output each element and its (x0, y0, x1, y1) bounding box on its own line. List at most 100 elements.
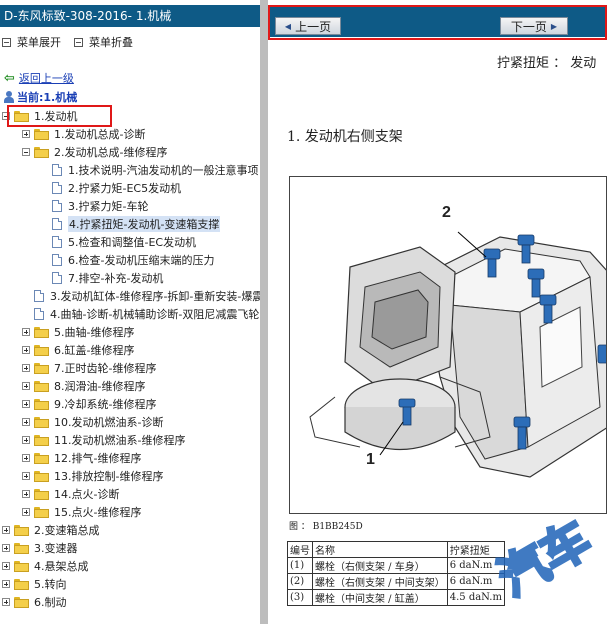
tree-page[interactable]: 7.排空-补充-发动机 (40, 269, 163, 287)
expand-toggle-icon[interactable] (2, 580, 10, 588)
tree-folder[interactable]: 7.正时齿轮-维修程序 (22, 359, 156, 377)
expand-toggle-icon[interactable] (22, 346, 30, 354)
tree-folder[interactable]: 4.悬架总成 (2, 557, 89, 575)
tree-item-label: 11.发动机燃油系-维修程序 (54, 434, 186, 447)
cell-torque: 6 daN.m (446, 557, 505, 574)
table-header-row: 编号 名称 拧紧扭矩 (287, 541, 505, 558)
expand-toggle-icon[interactable] (22, 454, 30, 462)
tree-folder[interactable]: 3.变速器 (2, 539, 78, 557)
cell-name: 螺栓（右侧支架 / 车身） (312, 557, 448, 574)
tree-page[interactable]: 3.拧紧力矩-车轮 (40, 197, 148, 215)
tree-item-label: 10.发动机燃油系-诊断 (54, 416, 164, 429)
tree-page[interactable]: 3.发动机缸体-维修程序-拆卸-重新安装-爆震 (22, 287, 260, 305)
menu-expand-button[interactable]: 菜单展开 (2, 34, 61, 50)
expand-icon (2, 37, 11, 47)
expand-toggle-icon[interactable] (2, 544, 10, 552)
folder-icon (34, 344, 49, 356)
folder-icon (14, 578, 29, 590)
left-pane: D-东风标致-308-2016- 1.机械 菜单展开 菜单折叠 ⇦ 返回上一级 … (0, 0, 260, 624)
tree-folder[interactable]: 2.发动机总成-维修程序 (22, 143, 167, 161)
expand-toggle-icon[interactable] (22, 400, 30, 408)
expand-toggle-icon[interactable] (22, 418, 30, 426)
tree-item-label: 5.转向 (34, 578, 67, 591)
figure-caption: 图 ： B1BB245D (289, 522, 363, 532)
tree-folder[interactable]: 6.缸盖-维修程序 (22, 341, 134, 359)
tree-folder[interactable]: 15.点火-维修程序 (22, 503, 141, 521)
tree-folder[interactable]: 11.发动机燃油系-维修程序 (22, 431, 185, 449)
expand-toggle-icon[interactable] (2, 562, 10, 570)
tree-item-label: 2.发动机总成-维修程序 (54, 146, 168, 159)
tree-folder[interactable]: 13.排放控制-维修程序 (22, 467, 163, 485)
document-icon (52, 218, 62, 230)
tree-folder[interactable]: 5.转向 (2, 575, 67, 593)
tree-page[interactable]: 2.拧紧力矩-EC5发动机 (40, 179, 181, 197)
collapse-toggle-icon[interactable] (22, 148, 30, 156)
tree-item-label: 6.检查-发动机压缩末端的压力 (68, 254, 215, 267)
expand-toggle-icon[interactable] (22, 508, 30, 516)
folder-icon (34, 434, 49, 446)
folder-icon (34, 128, 49, 140)
expand-toggle-icon[interactable] (22, 490, 30, 498)
tree-item-label: 5.曲轴-维修程序 (54, 326, 135, 339)
user-icon (4, 91, 14, 103)
tree-item-label: 8.润滑油-维修程序 (54, 380, 146, 393)
expand-toggle-icon[interactable] (22, 436, 30, 444)
tree-page[interactable]: 4.拧紧扭矩-发动机-变速箱支撑 (40, 215, 221, 233)
tree-folder[interactable]: 6.制动 (2, 593, 67, 611)
pane-divider[interactable] (260, 0, 268, 624)
expand-toggle-icon[interactable] (22, 364, 30, 372)
expand-toggle-icon[interactable] (2, 526, 10, 534)
tree-item-label: 2.变速箱总成 (34, 524, 100, 537)
back-link-label: 返回上一级 (18, 72, 74, 85)
folder-icon (34, 398, 49, 410)
folder-icon (34, 416, 49, 428)
collapse-icon (74, 37, 83, 47)
tree-item-label: 7.排空-补充-发动机 (68, 272, 164, 285)
tree-folder[interactable]: 10.发动机燃油系-诊断 (22, 413, 163, 431)
tree-page[interactable]: 5.检查和调整值-EC发动机 (40, 233, 196, 251)
cell-torque: 6 daN.m (446, 573, 505, 590)
back-arrow-icon: ⇦ (4, 70, 15, 86)
content-pane: ◀ 上一页 下一页 ▶ 拧紧扭矩 ： 发动 1. 发动机右侧支架 2 1 图 ：… (268, 0, 607, 624)
tree-item-label: 13.排放控制-维修程序 (54, 470, 164, 483)
tree-item-label: 14.点火-诊断 (54, 488, 120, 501)
menu-collapse-label: 菜单折叠 (89, 36, 133, 49)
expand-toggle-icon[interactable] (22, 130, 30, 138)
engine-mount-figure: 2 1 (289, 176, 607, 514)
callout-2: 2 (442, 204, 451, 221)
expand-toggle-icon[interactable] (22, 472, 30, 480)
tree-folder[interactable]: 9.冷却系统-维修程序 (22, 395, 156, 413)
tree-page[interactable]: 6.检查-发动机压缩末端的压力 (40, 251, 214, 269)
expand-toggle-icon[interactable] (22, 328, 30, 336)
tree-item-label: 12.排气-维修程序 (54, 452, 142, 465)
torque-heading: 拧紧扭矩 ： 发动 (497, 56, 597, 71)
tree-folder[interactable]: 2.变速箱总成 (2, 521, 100, 539)
tree-folder[interactable]: 12.排气-维修程序 (22, 449, 141, 467)
document-icon (52, 272, 62, 284)
tree-folder[interactable]: 8.润滑油-维修程序 (22, 377, 145, 395)
folder-icon (34, 326, 49, 338)
folder-icon (34, 146, 49, 158)
tree-folder[interactable]: 1.发动机总成-诊断 (22, 125, 145, 143)
tree-page[interactable]: 4.曲轴-诊断-机械辅助诊断-双阻尼减震飞轮 (22, 305, 259, 323)
tree-page[interactable]: 1.技术说明-汽油发动机的一般注意事项 (40, 161, 258, 179)
tree-item-label: 6.制动 (34, 596, 67, 609)
tree-item-label: 1.发动机总成-诊断 (54, 128, 146, 141)
expand-toggle-icon[interactable] (22, 382, 30, 390)
folder-icon (34, 470, 49, 482)
header-name: 名称 (312, 541, 448, 558)
expand-toggle-icon[interactable] (2, 598, 10, 606)
engine-mount-illustration (309, 231, 606, 478)
header-number: 编号 (287, 541, 313, 558)
back-link[interactable]: ⇦ 返回上一级 (4, 70, 74, 86)
tree-folder[interactable]: 5.曲轴-维修程序 (22, 323, 134, 341)
tree-item-label: 9.冷却系统-维修程序 (54, 398, 157, 411)
table-row: (3) 螺栓（中间支架 / 缸盖） 4.5 daN.m (287, 589, 505, 606)
tree-folder[interactable]: 14.点火-诊断 (22, 485, 119, 503)
tree-item-label: 3.发动机缸体-维修程序-拆卸-重新安装-爆震 (50, 290, 260, 303)
cell-number: (3) (287, 589, 313, 606)
header-torque: 拧紧扭矩 (446, 541, 505, 558)
menu-collapse-button[interactable]: 菜单折叠 (74, 34, 133, 50)
menu-expand-label: 菜单展开 (17, 36, 61, 49)
tree-item-label: 4.拧紧扭矩-发动机-变速箱支撑 (68, 216, 221, 232)
